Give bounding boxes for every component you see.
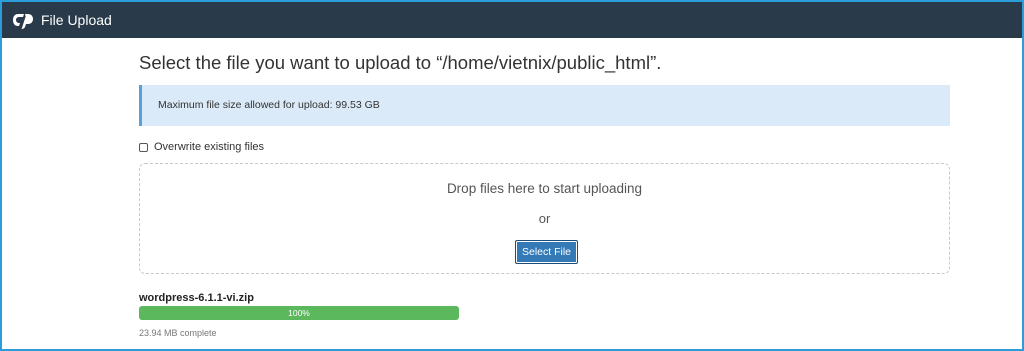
- window-frame: File Upload Select the file you want to …: [0, 0, 1024, 351]
- drop-prompt: Drop files here to start uploading: [446, 181, 643, 196]
- info-alert: Maximum file size allowed for upload: 99…: [139, 85, 950, 126]
- max-file-size-text: Maximum file size allowed for upload: 99…: [158, 99, 380, 111]
- page-title: Select the file you want to upload to “/…: [139, 52, 662, 73]
- app-title: File Upload: [41, 12, 112, 28]
- drop-zone[interactable]: Drop files here to start uploading or Se…: [139, 163, 950, 274]
- titlebar: File Upload: [2, 2, 1022, 38]
- upload-progress-label: 100%: [288, 308, 310, 318]
- select-file-button[interactable]: Select File: [515, 240, 578, 264]
- cpanel-logo-icon: [13, 14, 33, 29]
- or-text: or: [538, 211, 551, 226]
- overwrite-checkbox[interactable]: [139, 142, 148, 152]
- upload-file-name: wordpress-6.1.1-vi.zip: [139, 292, 254, 304]
- upload-status: 23.94 MB complete: [139, 328, 217, 338]
- overwrite-option[interactable]: Overwrite existing files: [139, 141, 264, 153]
- upload-progress-bar: 100%: [139, 306, 459, 320]
- upload-progress-fill: 100%: [139, 306, 459, 320]
- overwrite-label[interactable]: Overwrite existing files: [154, 141, 264, 153]
